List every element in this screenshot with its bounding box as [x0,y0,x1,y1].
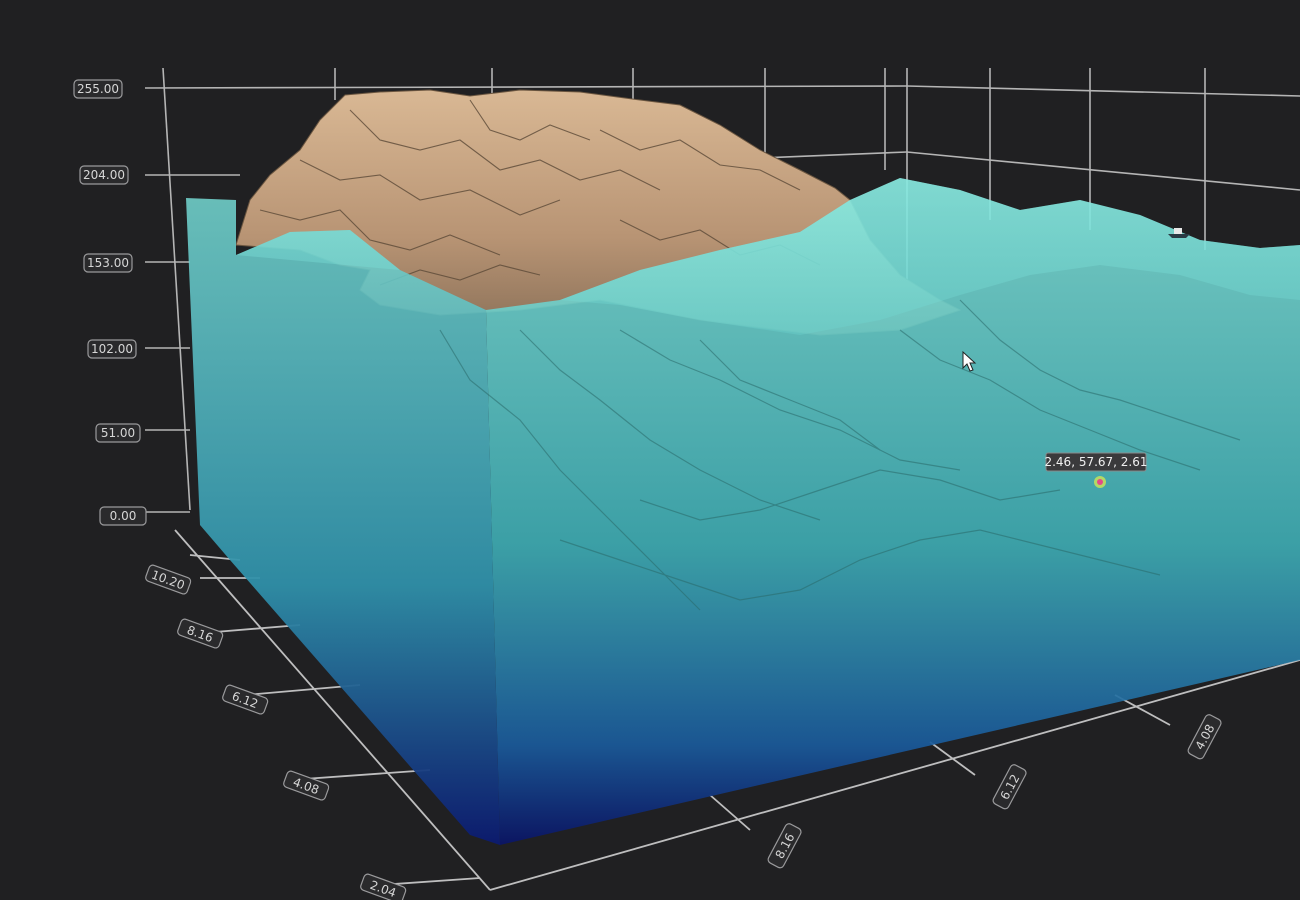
z-tick-51: 51.00 [95,423,141,443]
z-tick-label: 255.00 [77,82,119,96]
water-front-face [186,198,500,845]
y-tick-8.16: 8.16 [177,618,224,649]
y-tick-4.08: 4.08 [283,770,330,801]
z-tick-204: 204.00 [79,165,129,185]
z-tick-label: 51.00 [101,426,135,440]
z-tick-255: 255.00 [73,79,123,99]
z-tick-0: 0.00 [99,506,147,526]
y-tick-2.04: 2.04 [360,873,407,900]
z-tick-label: 153.00 [87,256,129,270]
x-tick-4.08: 4.08 [1187,714,1222,760]
z-axis-ticks: 255.00 204.00 153.00 102.00 51.00 0.00 [73,79,147,526]
hover-readout: 2.46, 57.67, 2.61 [1044,455,1147,469]
hover-tooltip: 2.46, 57.67, 2.61 [1044,452,1148,472]
z-tick-label: 204.00 [83,168,125,182]
y-tick-6.12: 6.12 [222,684,269,715]
z-tick-label: 102.00 [91,342,133,356]
hover-marker[interactable] [1094,476,1106,488]
z-tick-label: 0.00 [110,509,137,523]
z-tick-153: 153.00 [83,253,133,273]
y-tick-10.20: 10.20 [145,564,192,595]
x-tick-2.04: 6.12 [992,764,1027,810]
z-tick-102: 102.00 [87,339,137,359]
x-tick-0.00: 8.16 [767,823,802,869]
surface-3d-chart[interactable]: 255.00 204.00 153.00 102.00 51.00 0.00 1… [0,0,1300,900]
